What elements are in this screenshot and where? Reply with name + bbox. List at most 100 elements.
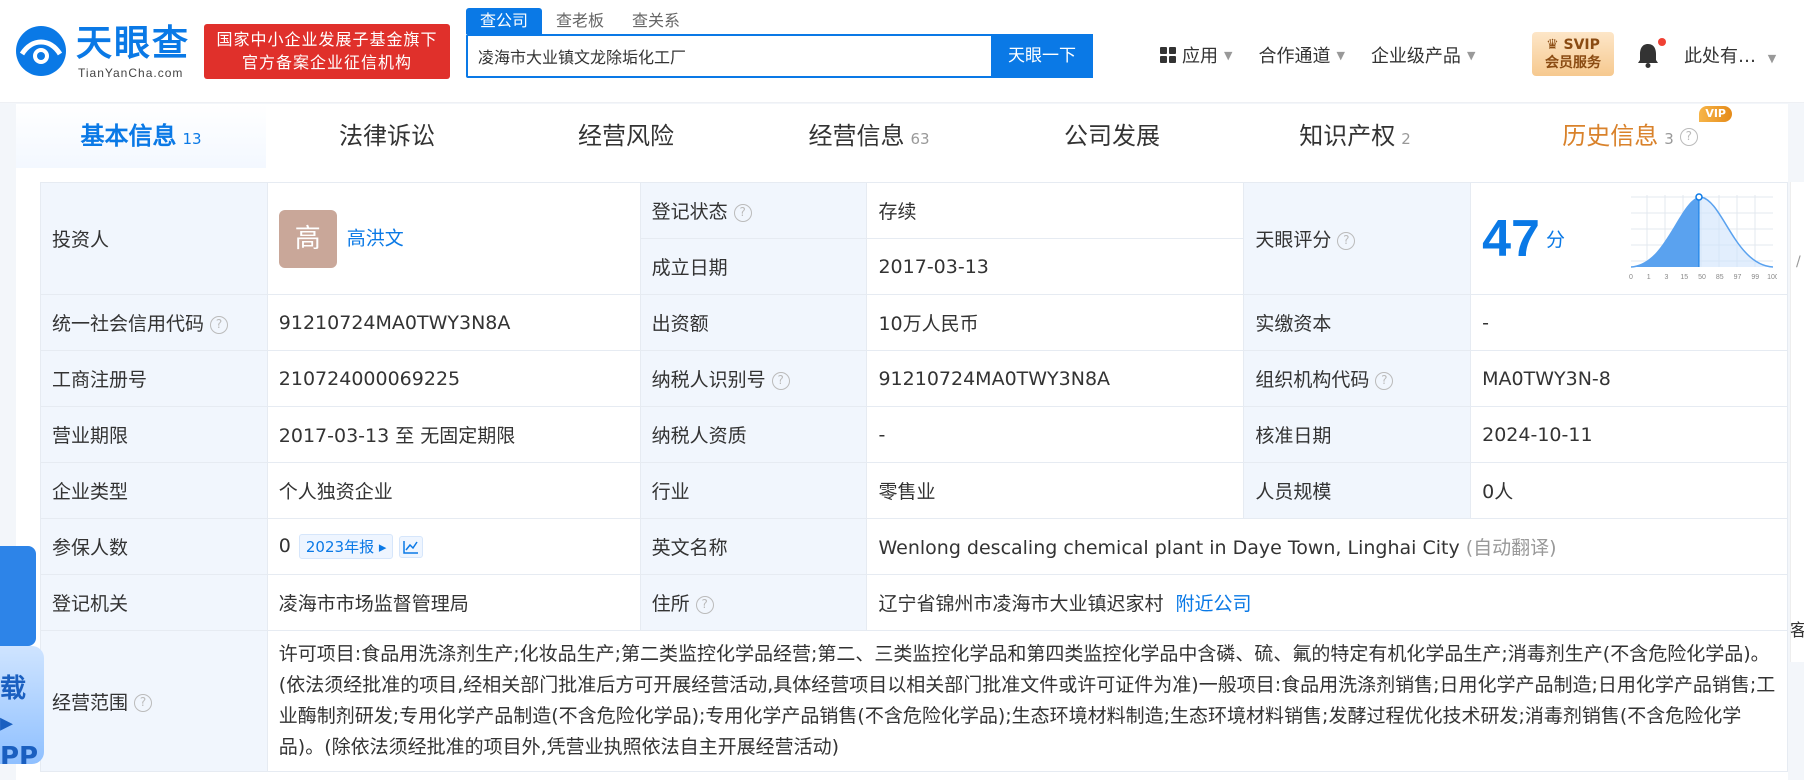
score-cell[interactable]: 47 分 0 1 3 15 50 85 97 99 100 — [1470, 182, 1788, 295]
help-icon[interactable]: ? — [1375, 371, 1394, 390]
score-label-text: 天眼评分 — [1255, 229, 1332, 251]
table-row: 企业类型 个人独资企业 行业 零售业 人员规模 0人 — [40, 462, 1788, 519]
industry-value: 零售业 — [866, 462, 1245, 519]
basic-info-table: 投资人 高高洪文 登记状态? 存续 天眼评分? 47 分 0 1 3 15 50… — [40, 182, 1789, 772]
capital-value: 10万人民币 — [866, 294, 1245, 351]
vip-tag: VIP — [1699, 106, 1732, 122]
avatar[interactable]: 高 — [278, 209, 337, 268]
reg-status-label-text: 登记状态 — [651, 201, 728, 223]
score-axis-label: 0 — [1629, 274, 1633, 281]
search-tab-company[interactable]: 查公司 — [466, 8, 543, 34]
credit-code-value[interactable]: 91210724MA0TWY3N8A — [266, 294, 641, 351]
company-type-value: 个人独资企业 — [266, 462, 641, 519]
org-code-value[interactable]: MA0TWY3N-8 — [1470, 350, 1788, 407]
tab-count: 63 — [910, 130, 930, 148]
chevron-down-icon: ▼ — [1767, 52, 1777, 65]
insured-label: 参保人数 — [40, 518, 268, 575]
nav-partner[interactable]: 合作通道 ▼ — [1258, 42, 1344, 68]
official-badge[interactable]: 国家中小企业发展子基金旗下 官方备案企业征信机构 — [204, 24, 450, 79]
caret-right-icon: ▸ — [378, 538, 387, 556]
chevron-down-icon: ▼ — [1466, 48, 1476, 62]
tab-development[interactable]: 公司发展 — [994, 104, 1230, 168]
crown-icon: ♛ — [1546, 37, 1559, 53]
tab-operation[interactable]: 经营信息 63 — [744, 104, 994, 168]
score-axis-label: 97 — [1734, 274, 1742, 281]
nav-apps[interactable]: 应用 ▼ — [1160, 42, 1232, 68]
tab-basic-info[interactable]: 基本信息 13 — [16, 104, 266, 168]
help-icon[interactable]: ? — [695, 595, 714, 614]
help-icon[interactable]: ? — [134, 694, 153, 712]
top-header: 天眼查 TianYanCha.com 国家中小企业发展子基金旗下 官方备案企业征… — [0, 0, 1804, 103]
credit-code-label-text: 统一社会信用代码 — [52, 313, 205, 335]
tianyancha-logo[interactable]: 天眼查 TianYanCha.com — [14, 22, 204, 80]
investor-name-link[interactable]: 高洪文 — [347, 227, 404, 249]
tab-label: 经营风险 — [578, 122, 674, 150]
tab-history[interactable]: VIP 历史信息 3? — [1480, 104, 1780, 168]
svip-button[interactable]: ♛ SVIP 会员服务 — [1532, 32, 1614, 76]
org-code-label-text: 组织机构代码 — [1255, 369, 1370, 391]
investor-label: 投资人 — [40, 182, 268, 295]
customer-service-tab[interactable]: 客 — [1790, 616, 1804, 641]
annual-report-label: 2023年报 — [305, 538, 375, 556]
scope-label-text: 经营范围 — [52, 691, 129, 714]
tab-legal[interactable]: 法律诉讼 — [266, 104, 508, 168]
search-input[interactable] — [478, 36, 1018, 76]
chevron-down-icon: ▼ — [1224, 48, 1233, 62]
logo-text: 天眼查 — [76, 23, 191, 64]
authority-label: 登记机关 — [40, 574, 268, 631]
term-label: 营业期限 — [40, 406, 268, 463]
tab-risk[interactable]: 经营风险 — [508, 104, 744, 168]
taxpayer-qual-label: 纳税人资质 — [639, 406, 868, 463]
credit-code-label: 统一社会信用代码? — [40, 294, 268, 351]
nav-enterprise[interactable]: 企业级产品 ▼ — [1371, 42, 1475, 68]
trend-chart-icon[interactable] — [399, 535, 424, 558]
table-row: 经营范围? 许可项目:食品用洗涤剂生产;化妆品生产;第二类监控化学品经营;第二、… — [40, 630, 1789, 772]
help-icon[interactable]: ? — [1679, 128, 1698, 146]
help-icon[interactable]: ? — [733, 203, 752, 222]
paid-capital-label: 实缴资本 — [1243, 294, 1472, 351]
score-unit: 分 — [1545, 229, 1565, 251]
help-icon[interactable]: ? — [210, 315, 229, 334]
paid-capital-value: - — [1470, 294, 1788, 351]
tab-ip[interactable]: 知识产权 2 — [1230, 104, 1480, 168]
search-tab-boss[interactable]: 查老板 — [542, 8, 618, 34]
table-row: 投资人 高高洪文 登记状态? 存续 天眼评分? 47 分 0 1 3 15 50… — [40, 182, 1788, 295]
table-row: 登记机关 凌海市市场监督管理局 住所? 辽宁省锦州市凌海市大业镇迟家村 附近公司 — [40, 574, 1788, 631]
address-label-text: 住所 — [651, 593, 690, 615]
score-axis-label: 85 — [1716, 274, 1724, 281]
authority-value: 凌海市市场监督管理局 — [266, 574, 641, 631]
logo-eye-icon — [16, 26, 66, 76]
taxpayer-qual-value: - — [866, 406, 1245, 463]
score-axis-label: 99 — [1751, 274, 1759, 281]
investor-cell: 高高洪文 — [266, 182, 641, 295]
basic-info-panel: 投资人 高高洪文 登记状态? 存续 天眼评分? 47 分 0 1 3 15 50… — [16, 168, 1789, 780]
user-menu[interactable]: 此处有… ▼ — [1684, 42, 1776, 68]
search-button[interactable]: 天眼一下 — [991, 34, 1093, 78]
search-tab-relation[interactable]: 查关系 — [618, 8, 694, 34]
download-app-widget[interactable]: 载 ▸ PP — [0, 646, 44, 764]
table-row: 营业期限 2017-03-13 至 无固定期限 纳税人资质 - 核准日期 202… — [40, 406, 1788, 463]
help-icon[interactable]: ? — [1337, 231, 1356, 250]
taxpayer-id-value[interactable]: 91210724MA0TWY3N8A — [866, 350, 1245, 407]
svip-label: SVIP — [1563, 37, 1600, 53]
biz-reg-value[interactable]: 210724000069225 — [266, 350, 641, 407]
staff-size-value: 0人 — [1470, 462, 1788, 519]
found-date-label: 成立日期 — [639, 238, 868, 295]
bell-icon[interactable] — [1636, 42, 1660, 68]
badge-line-2: 官方备案企业征信机构 — [241, 53, 412, 72]
floating-service-widget[interactable] — [0, 546, 36, 646]
right-sidebar-mark: / — [1796, 254, 1801, 270]
nearby-companies-link[interactable]: 附近公司 — [1175, 593, 1251, 615]
en-name-label: 英文名称 — [639, 518, 868, 575]
table-row: 工商注册号 210724000069225 纳税人识别号? 91210724MA… — [40, 350, 1788, 407]
org-code-label: 组织机构代码? — [1243, 350, 1472, 407]
search-type-tabs: 查公司 查老板 查关系 — [466, 8, 694, 34]
taxpayer-id-label-text: 纳税人识别号 — [651, 369, 766, 391]
help-icon[interactable]: ? — [771, 371, 790, 390]
annual-report-button[interactable]: 2023年报 ▸ — [298, 534, 394, 559]
trend-line-graphic — [403, 540, 419, 554]
tab-label: 知识产权 — [1299, 122, 1396, 150]
tab-label: 经营信息 — [808, 122, 905, 150]
company-type-label: 企业类型 — [40, 462, 268, 519]
en-name-cell: Wenlong descaling chemical plant in Daye… — [866, 518, 1788, 575]
